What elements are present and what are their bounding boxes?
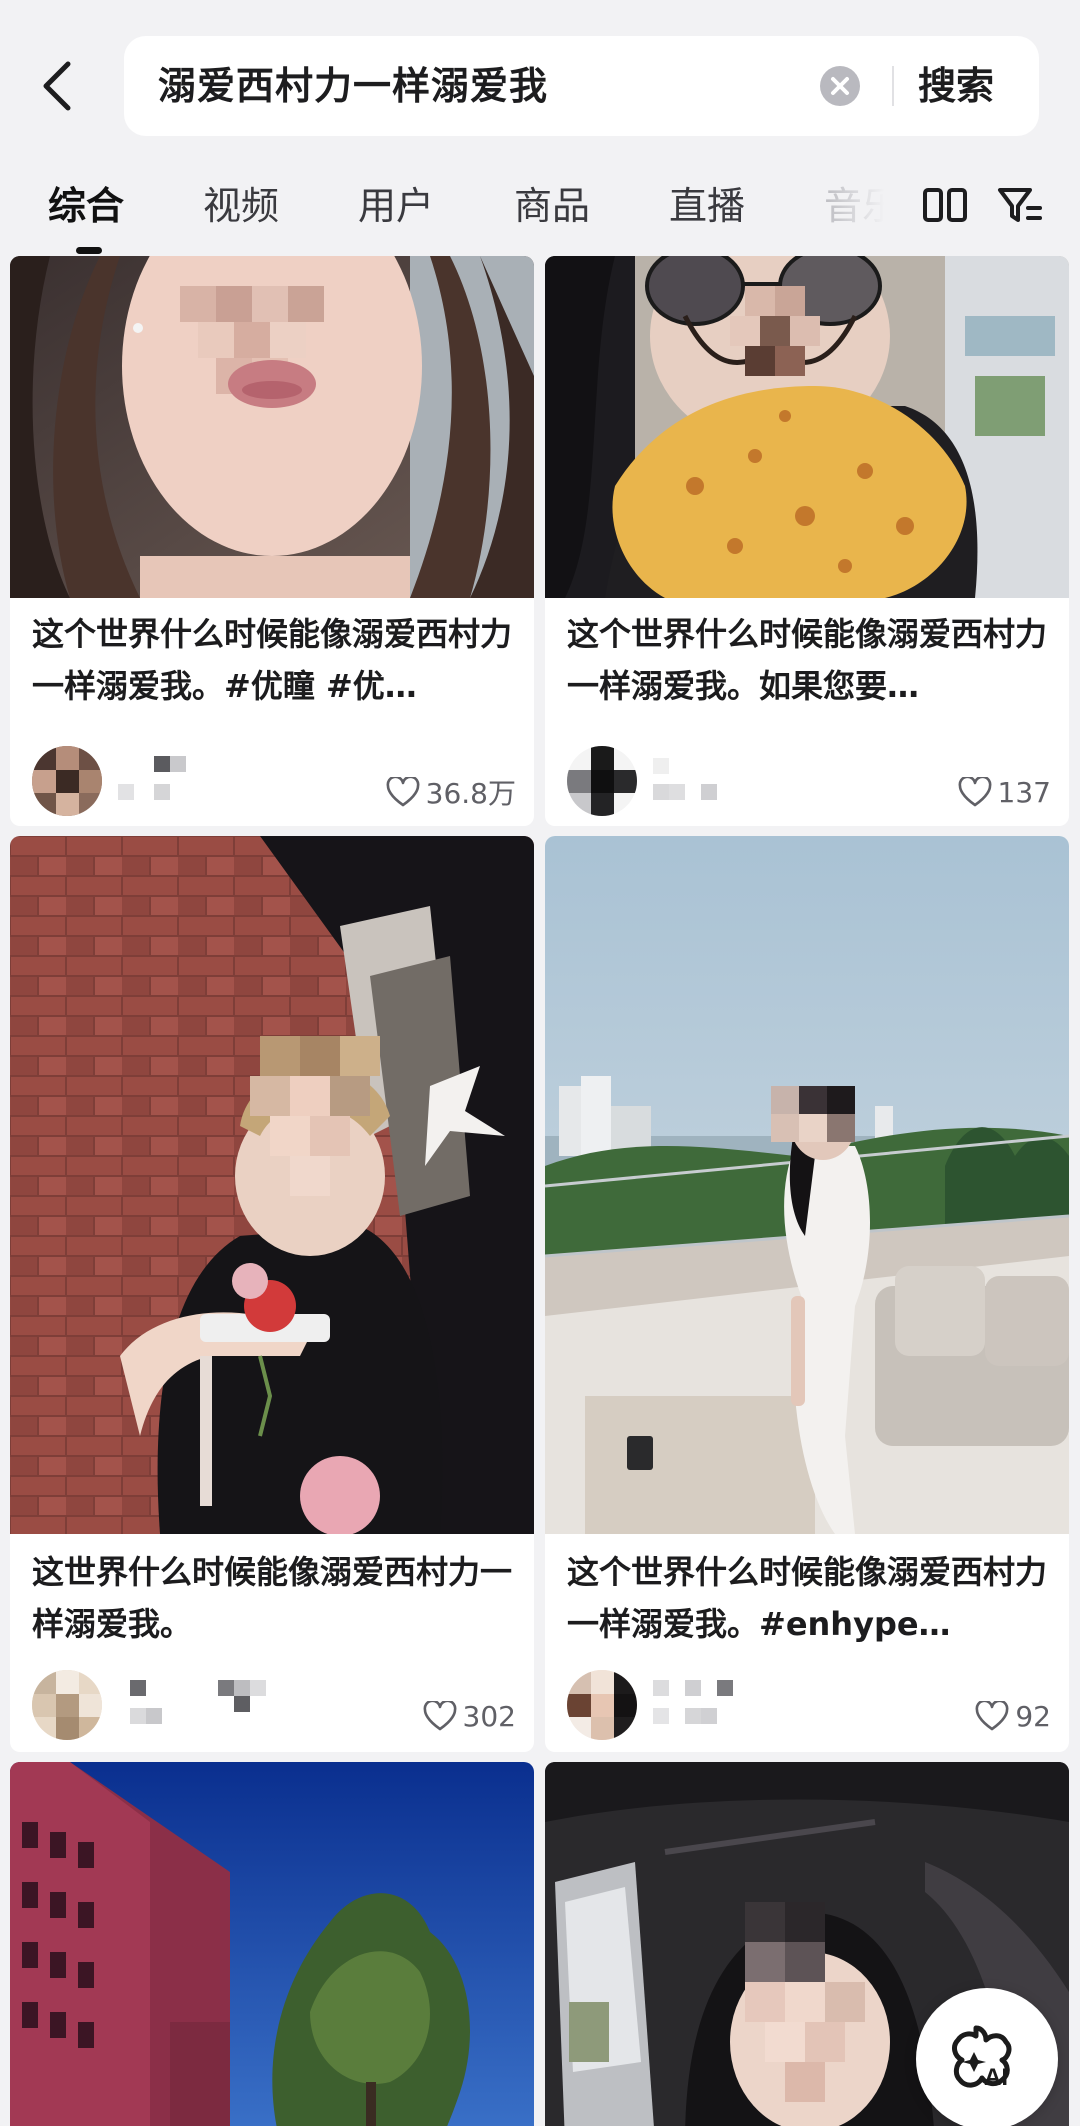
heart-icon xyxy=(958,777,991,807)
search-button[interactable]: 搜索 xyxy=(918,36,994,136)
heart-icon xyxy=(975,1701,1009,1731)
result-card[interactable] xyxy=(10,1762,534,2126)
heart-icon xyxy=(386,777,420,807)
like-count-value: 36.8万 xyxy=(425,777,516,810)
author-name-mosaic xyxy=(653,758,717,800)
card-title: 这个世界什么时候能像溺爱西村力一样溺爱我。#优瞳 #优… xyxy=(32,615,512,705)
results-feed[interactable]: 这个世界什么时候能像溺爱西村力一样溺爱我。#优瞳 #优… 36.8万 这个世界什… xyxy=(0,256,1080,2126)
like-count-value: 302 xyxy=(462,1699,516,1733)
result-card[interactable]: 这个世界什么时候能像溺爱西村力一样溺爱我。如果您要… 137 xyxy=(545,256,1069,826)
heart-icon xyxy=(423,1701,456,1731)
ai-sparkle-icon xyxy=(952,2025,1012,2088)
author-name-mosaic xyxy=(653,1680,733,1724)
cover-image xyxy=(10,1762,534,2126)
like-count[interactable]: 302 xyxy=(423,1696,516,1736)
cover-image xyxy=(545,836,1069,1534)
like-count[interactable]: 137 xyxy=(958,772,1051,812)
like-count-value: 137 xyxy=(997,775,1051,809)
mosaic-blur xyxy=(771,1086,855,1142)
author-name-mosaic xyxy=(118,756,186,800)
tab-live[interactable]: 直播 xyxy=(669,178,745,234)
layout-toggle-icon[interactable] xyxy=(922,180,968,230)
avatar[interactable] xyxy=(567,1670,637,1740)
tab-comprehensive[interactable]: 综合 xyxy=(48,178,124,234)
result-card[interactable]: 这个世界什么时候能像溺爱西村力一样溺爱我。#enhype… 92 xyxy=(545,836,1069,1752)
tab-bar: 综合 视频 用户 商品 直播 音乐 xyxy=(0,160,1080,256)
card-title: 这世界什么时候能像溺爱西村力一样溺爱我。 xyxy=(32,1553,512,1643)
ai-label: AI xyxy=(984,2064,1008,2091)
back-arrow-icon xyxy=(43,61,71,111)
like-count[interactable]: 36.8万 xyxy=(386,772,516,812)
like-count-value: 92 xyxy=(1015,1699,1051,1733)
cover-image xyxy=(10,256,534,598)
result-card[interactable]: 这个世界什么时候能像溺爱西村力一样溺爱我。#优瞳 #优… 36.8万 xyxy=(10,256,534,826)
avatar[interactable] xyxy=(32,1670,102,1740)
active-tab-indicator xyxy=(76,247,102,254)
card-title: 这个世界什么时候能像溺爱西村力一样溺爱我。如果您要… xyxy=(567,615,1047,705)
tab-products[interactable]: 商品 xyxy=(514,178,590,234)
search-divider xyxy=(892,66,894,106)
clear-icon[interactable] xyxy=(820,66,860,106)
card-title: 这个世界什么时候能像溺爱西村力一样溺爱我。#enhype… xyxy=(567,1553,1047,1643)
tab-fade xyxy=(800,160,900,256)
filter-icon[interactable] xyxy=(996,180,1044,230)
like-count[interactable]: 92 xyxy=(975,1696,1051,1736)
search-input[interactable]: 溺爱西村力一样溺爱我 搜索 xyxy=(124,36,1039,136)
result-card[interactable]: 这世界什么时候能像溺爱西村力一样溺爱我。 302 xyxy=(10,836,534,1752)
search-query[interactable]: 溺爱西村力一样溺爱我 xyxy=(158,36,548,136)
tab-video[interactable]: 视频 xyxy=(203,178,279,234)
search-header: 溺爱西村力一样溺爱我 搜索 xyxy=(0,0,1080,150)
tab-users[interactable]: 用户 xyxy=(358,178,434,234)
avatar[interactable] xyxy=(567,746,637,816)
author-name-mosaic xyxy=(130,1680,266,1724)
cover-image xyxy=(10,836,534,1534)
back-button[interactable] xyxy=(30,48,86,124)
avatar[interactable] xyxy=(32,746,102,816)
cover-image xyxy=(545,256,1069,598)
ai-assistant-button[interactable]: AI xyxy=(916,1988,1058,2126)
